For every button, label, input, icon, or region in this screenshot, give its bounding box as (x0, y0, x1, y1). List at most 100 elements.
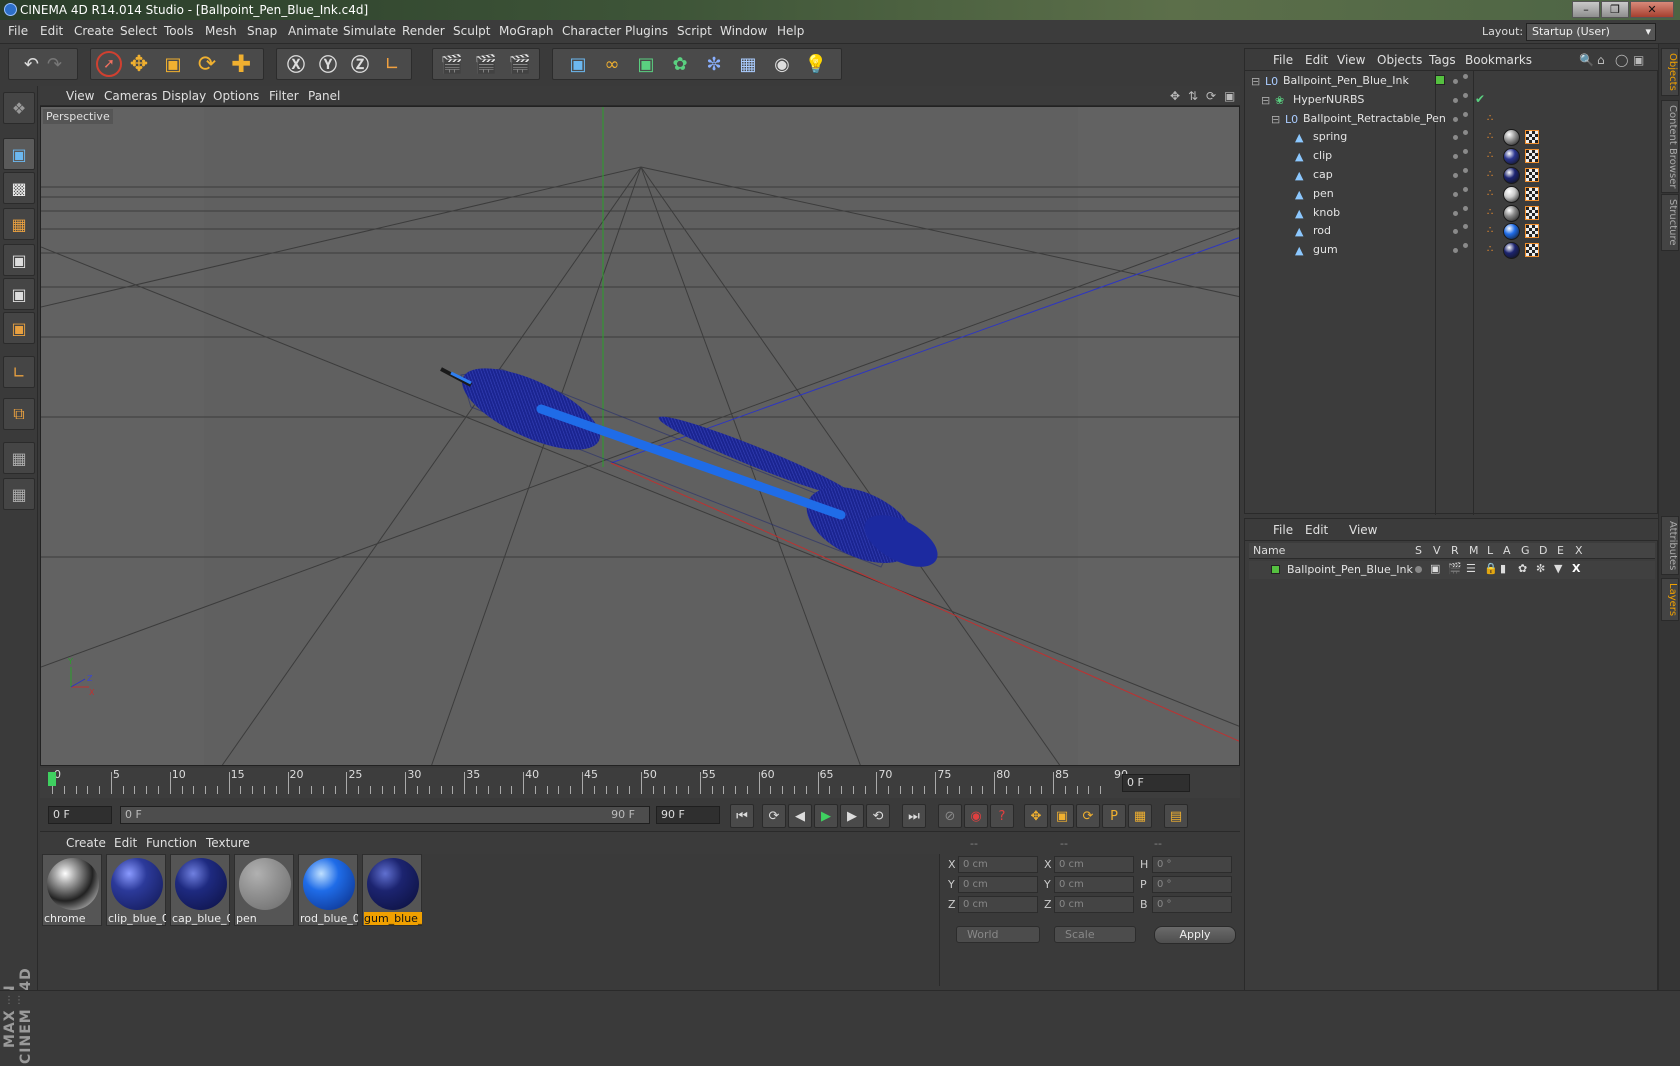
planar-workplane-icon[interactable]: ▦ (3, 478, 35, 510)
key-position-icon[interactable]: ✥ (1024, 804, 1048, 828)
render-settings-icon[interactable]: 🎬 (503, 54, 537, 75)
timeline-window-icon[interactable]: ▤ (1164, 804, 1188, 828)
texture-mode-icon[interactable]: ▩ (3, 172, 35, 204)
menu-help[interactable]: Help (777, 24, 804, 38)
layer-color-swatch[interactable] (1435, 75, 1445, 85)
close-button[interactable]: ✕ (1630, 1, 1674, 18)
viewport-menu-display[interactable]: Display (162, 89, 206, 103)
editor-visibility-dot[interactable] (1453, 173, 1458, 178)
menu-create[interactable]: Create (74, 24, 114, 38)
render-visibility-dot[interactable] (1463, 205, 1468, 211)
layer-menu-view[interactable]: View (1349, 523, 1377, 537)
object-name[interactable]: knob (1313, 206, 1340, 219)
size-z-field[interactable]: 0 cm (1054, 896, 1134, 913)
menu-simulate[interactable]: Simulate (343, 24, 396, 38)
menu-file[interactable]: File (8, 24, 28, 38)
object-row-knob[interactable]: ▲ knob ∴ (1245, 203, 1657, 223)
object-row-clip[interactable]: ▲ clip ∴ (1245, 146, 1657, 166)
viewport-camera-label[interactable]: Perspective (43, 109, 113, 124)
spline-icon[interactable]: ∞ (595, 54, 629, 75)
light-icon[interactable]: 💡 (799, 54, 833, 75)
render-view-icon[interactable]: 🎬 (435, 54, 469, 75)
recent-tool-icon[interactable]: ✚ (224, 50, 258, 78)
uvw-tag-icon[interactable] (1525, 186, 1539, 201)
material-cap-blue[interactable]: cap_blue_0 (170, 854, 230, 926)
size-mode-dropdown[interactable]: Scale (1054, 926, 1136, 943)
layer-manager-toggle-icon[interactable]: ☰ (1466, 562, 1476, 575)
material-tag-icon[interactable] (1503, 223, 1520, 241)
model-mode-icon[interactable]: ▣ (3, 138, 35, 170)
layer-expressions-toggle-icon[interactable]: ▼ (1554, 562, 1562, 575)
layer-menu-edit[interactable]: Edit (1305, 523, 1328, 537)
viewport-menu-options[interactable]: Options (213, 89, 259, 103)
viewport-rotate-icon[interactable]: ⟳ (1206, 89, 1216, 103)
material-tag-icon[interactable] (1503, 167, 1520, 184)
menu-render[interactable]: Render (402, 24, 445, 38)
uvw-tag-icon[interactable] (1525, 224, 1539, 239)
go-to-start-icon[interactable]: ⏮ (730, 804, 754, 828)
render-visibility-dot[interactable] (1463, 130, 1468, 136)
object-menu-view[interactable]: View (1337, 53, 1365, 67)
x-axis-icon[interactable]: Ⓧ (280, 51, 312, 77)
size-y-field[interactable]: 0 cm (1054, 876, 1134, 893)
layer-row[interactable]: Ballpoint_Pen_Blue_Ink ▣ 🎬 ☰ 🔒 ▮ ✿ ✼ ▼ X (1249, 561, 1655, 579)
object-menu-bookmarks[interactable]: Bookmarks (1465, 53, 1532, 67)
search-icon[interactable]: 🔍 (1579, 53, 1594, 67)
render-visibility-dot[interactable] (1463, 224, 1468, 230)
viewport-zoom-icon[interactable]: ⇅ (1188, 89, 1198, 103)
position-y-field[interactable]: 0 cm (958, 876, 1038, 893)
new-view-icon[interactable]: ▣ (1633, 53, 1644, 67)
expand-toggle-icon[interactable]: ⊟ (1251, 75, 1260, 88)
material-tag-icon[interactable] (1503, 148, 1520, 166)
uvw-tag-icon[interactable] (1525, 168, 1539, 182)
polygons-mode-icon[interactable]: ▣ (3, 312, 35, 344)
maximize-button[interactable]: ❐ (1601, 1, 1629, 18)
layer-name[interactable]: Ballpoint_Pen_Blue_Ink (1287, 563, 1413, 576)
material-clip-blue[interactable]: clip_blue_0 (106, 854, 166, 926)
layer-solo-toggle[interactable] (1415, 566, 1422, 573)
editor-visibility-dot[interactable] (1453, 116, 1458, 122)
rotation-p-field[interactable]: 0 ° (1152, 876, 1232, 893)
rotation-b-field[interactable]: 0 ° (1152, 896, 1232, 913)
uvw-tag-icon[interactable] (1525, 149, 1539, 164)
expand-toggle-icon[interactable]: ⊟ (1271, 113, 1280, 126)
previous-frame-icon[interactable]: ◀ (788, 804, 812, 828)
uvw-tag-icon[interactable] (1525, 205, 1539, 220)
phong-tag-icon[interactable]: ∴ (1487, 150, 1493, 161)
viewport-menu-filter[interactable]: Filter (269, 89, 299, 103)
phong-tag-icon[interactable]: ∴ (1487, 131, 1493, 142)
material-menu-function[interactable]: Function (146, 836, 197, 850)
edges-mode-icon[interactable]: ▣ (3, 278, 35, 310)
material-menu-create[interactable]: Create (66, 836, 106, 850)
tab-objects[interactable]: Objects (1661, 48, 1679, 96)
phong-tag-icon[interactable]: ∴ (1487, 188, 1493, 199)
workplane-mode-icon[interactable]: ▦ (3, 208, 35, 240)
tab-structure[interactable]: Structure (1661, 194, 1679, 251)
timeline-ruler[interactable]: 0 5 10 15 20 25 30 35 40 45 50 55 60 65 70 75 80 85 90 0 F (40, 768, 1240, 798)
current-frame-field[interactable]: 0 F (1122, 774, 1190, 792)
editor-visibility-dot[interactable] (1453, 154, 1458, 160)
snap-magnet-icon[interactable]: ⧉ (3, 398, 35, 430)
key-rotation-icon[interactable]: ⟳ (1076, 804, 1100, 828)
layer-view-toggle-icon[interactable]: ▣ (1430, 562, 1440, 575)
material-menu-edit[interactable]: Edit (114, 836, 137, 850)
position-z-field[interactable]: 0 cm (958, 896, 1038, 913)
minimize-button[interactable]: – (1572, 1, 1600, 18)
points-mode-icon[interactable]: ▣ (3, 244, 35, 276)
material-rod-blue[interactable]: rod_blue_0 (298, 854, 358, 926)
object-name[interactable]: HyperNURBS (1293, 93, 1364, 106)
playhead-marker[interactable] (48, 772, 56, 786)
next-frame-icon[interactable]: ▶ (840, 804, 864, 828)
editor-visibility-dot[interactable] (1453, 210, 1458, 216)
object-row-gum[interactable]: ▲ gum ∴ (1245, 240, 1657, 260)
expand-toggle-icon[interactable]: ⊟ (1261, 94, 1270, 107)
axis-mode-icon[interactable]: ∟ (3, 356, 35, 388)
object-row-rod[interactable]: ▲ rod ∴ (1245, 221, 1657, 241)
menu-animate[interactable]: Animate (288, 24, 338, 38)
menu-select[interactable]: Select (120, 24, 157, 38)
coordinate-system-icon[interactable]: ∟ (376, 54, 408, 75)
nurbs-icon[interactable]: ▣ (629, 54, 663, 75)
key-parameter-icon[interactable]: P (1102, 804, 1126, 828)
viewport-menu-view[interactable]: View (66, 89, 94, 103)
object-row-spring[interactable]: ▲ spring ∴ (1245, 127, 1657, 147)
